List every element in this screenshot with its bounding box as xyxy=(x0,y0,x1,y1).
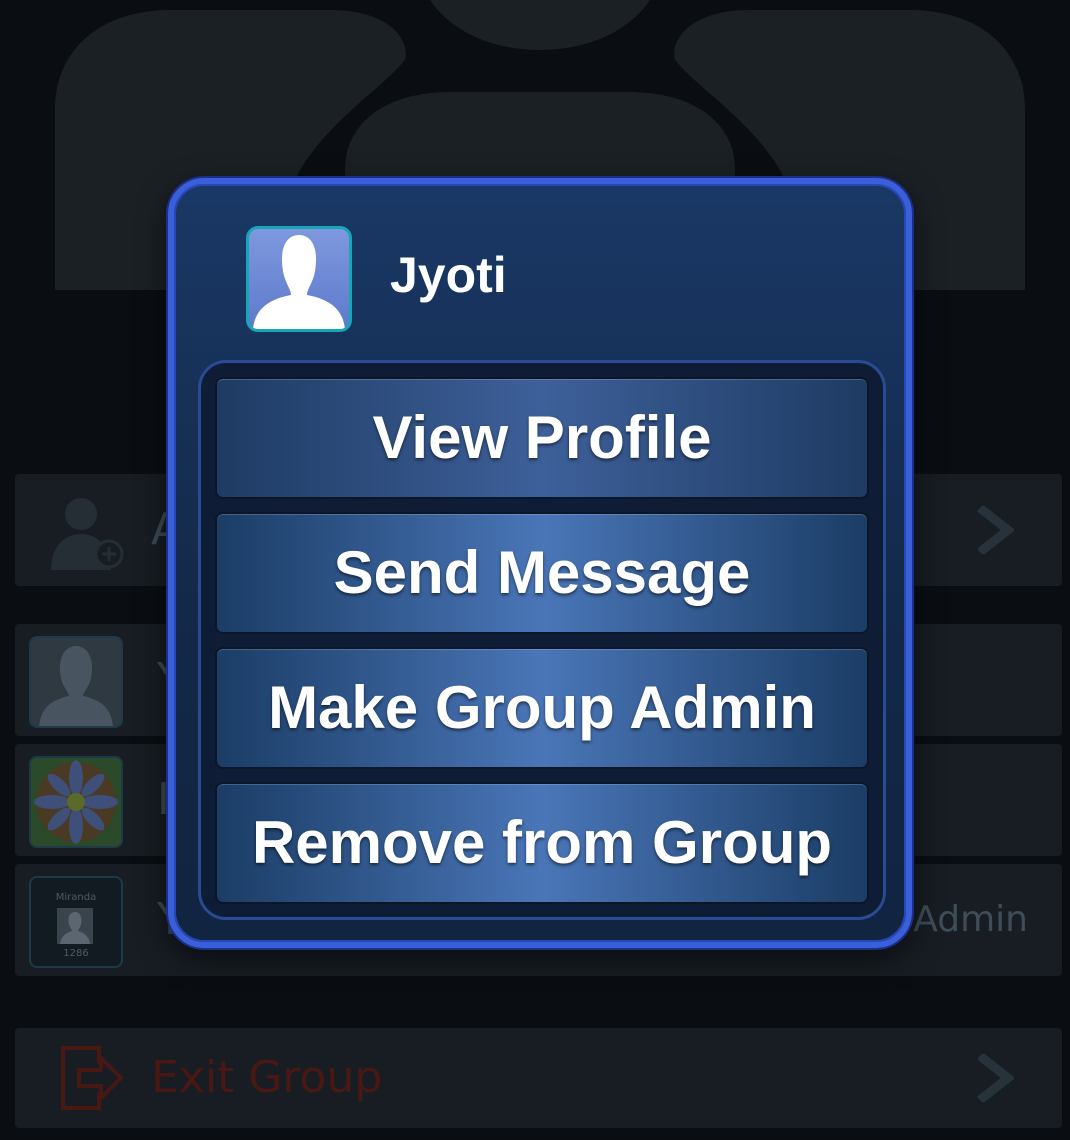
make-group-admin-button[interactable]: Make Group Admin xyxy=(215,647,869,769)
member-name-title: Jyoti xyxy=(390,247,507,303)
default-avatar-icon xyxy=(253,235,345,329)
send-message-button[interactable]: Send Message xyxy=(215,512,869,634)
add-member-icon xyxy=(51,498,124,570)
admin-badge: Admin xyxy=(913,899,1028,940)
exit-icon xyxy=(61,1046,123,1110)
avatar-caption-bottom: 1286 xyxy=(63,948,89,959)
avatar xyxy=(29,756,123,848)
remove-from-group-button[interactable]: Remove from Group xyxy=(215,782,869,904)
avatar-caption-top: Miranda xyxy=(55,892,97,903)
default-avatar-icon xyxy=(31,638,121,726)
chevron-right-icon xyxy=(977,1054,1014,1102)
view-profile-button[interactable]: View Profile xyxy=(215,377,869,499)
member-avatar xyxy=(246,226,352,332)
default-avatar-icon xyxy=(57,908,93,944)
exit-group-row[interactable]: Exit Group xyxy=(15,1028,1062,1128)
exit-group-label: Exit Group xyxy=(151,1052,383,1103)
avatar xyxy=(29,636,123,728)
flower-avatar-image xyxy=(31,758,121,846)
avatar: Miranda 1286 xyxy=(29,876,123,968)
actions-panel: View Profile Send Message Make Group Adm… xyxy=(198,360,886,920)
chevron-right-icon xyxy=(977,506,1014,554)
member-options-dialog: Jyoti View Profile Send Message Make Gro… xyxy=(168,178,912,948)
